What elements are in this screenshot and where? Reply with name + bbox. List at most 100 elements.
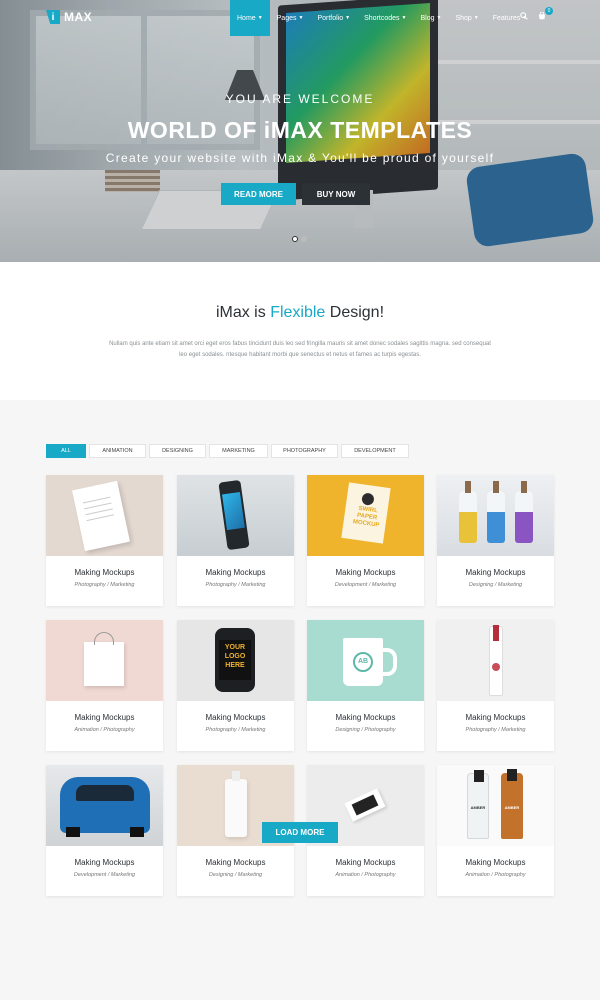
portfolio-category: Photography / Marketing — [205, 727, 266, 733]
menu-label: Portfolio — [317, 14, 344, 22]
portfolio-title: Making Mockups — [74, 858, 135, 867]
portfolio-thumbnail — [46, 475, 163, 556]
portfolio-thumbnail — [46, 765, 163, 846]
read-more-button[interactable]: READ MORE — [221, 183, 296, 205]
menu-item-blog[interactable]: Blog ▼ — [413, 0, 448, 36]
intro-section: iMax is Flexible Design! Nullam quis ant… — [0, 262, 600, 400]
thumbnail-text: AB — [353, 652, 373, 672]
load-more-button[interactable]: LOAD MORE — [262, 822, 338, 843]
intro-title: iMax is Flexible Design! — [0, 304, 600, 322]
portfolio-title: Making Mockups — [205, 568, 266, 577]
filter-development[interactable]: DEVELOPMENT — [341, 444, 409, 458]
portfolio-title: Making Mockups — [205, 858, 266, 867]
portfolio-category: Animation / Photography — [465, 872, 526, 878]
portfolio-title: Making Mockups — [335, 713, 396, 722]
cart-icon[interactable]: 0 — [538, 7, 553, 22]
hero-title: WORLD OF iMAX TEMPLATES — [127, 117, 473, 143]
menu-item-shop[interactable]: Shop ▼ — [448, 0, 485, 36]
nav-icons: 0 — [520, 7, 553, 22]
portfolio-title: Making Mockups — [465, 568, 526, 577]
menu-item-shortcodes[interactable]: Shortcodes ▼ — [357, 0, 413, 36]
chevron-down-icon: ▼ — [473, 15, 479, 21]
portfolio-category: Designing / Marketing — [468, 582, 523, 588]
menu-label: Shortcodes — [364, 14, 400, 22]
portfolio-card[interactable]: SWIRL PAPER MOCKUP Making Mockups Develo… — [307, 475, 424, 606]
portfolio-category: Photography / Marketing — [465, 727, 526, 733]
intro-title-pre: iMax is — [215, 304, 271, 321]
portfolio-card[interactable]: Making Mockups Designing / Marketing — [437, 475, 554, 606]
intro-text: Nullam quis ante etiam sit amet orci ege… — [109, 341, 491, 358]
portfolio-category: Photography / Marketing — [205, 582, 266, 588]
portfolio-title: Making Mockups — [74, 713, 135, 722]
menu-label: Home — [237, 14, 256, 22]
portfolio-thumbnail — [177, 475, 294, 556]
portfolio-section: ALL ANIMATION DESIGNING MARKETING PHOTOG… — [0, 400, 600, 1000]
logo-text: MAX — [64, 10, 93, 24]
portfolio-card[interactable]: AMBER AMBER Making Mockups Animation / P… — [437, 765, 554, 896]
portfolio-category: Designing / Photography — [335, 727, 396, 733]
chevron-down-icon: ▼ — [257, 15, 263, 21]
menu-label: Features — [492, 14, 521, 22]
chevron-down-icon: ▼ — [436, 15, 442, 21]
chevron-down-icon: ▼ — [401, 15, 407, 21]
menu-item-home[interactable]: Home ▼ — [230, 0, 270, 36]
filter-photography[interactable]: PHOTOGRAPHY — [271, 444, 338, 458]
portfolio-category: Photography / Marketing — [74, 582, 135, 588]
chevron-down-icon: ▼ — [345, 15, 351, 21]
portfolio-card[interactable]: Making Mockups Photography / Marketing — [177, 475, 294, 606]
portfolio-title: Making Mockups — [74, 568, 135, 577]
slider-dot-1[interactable] — [292, 236, 298, 242]
portfolio-title: Making Mockups — [465, 713, 526, 722]
menu-item-pages[interactable]: Pages ▼ — [270, 0, 311, 36]
portfolio-title: Making Mockups — [205, 713, 266, 722]
filter-all[interactable]: ALL — [46, 444, 86, 458]
portfolio-thumbnail: SWIRL PAPER MOCKUP — [307, 475, 424, 556]
portfolio-thumbnail — [437, 475, 554, 556]
portfolio-category: Designing / Marketing — [208, 872, 263, 878]
portfolio-thumbnail — [437, 620, 554, 701]
portfolio-thumbnail: AB — [307, 620, 424, 701]
cart-count-badge: 0 — [545, 7, 553, 15]
portfolio-category: Development / Marketing — [73, 872, 136, 878]
main-menu: Home ▼ Pages ▼ Portfolio ▼ Shortcodes ▼ Blog… — [230, 0, 534, 36]
portfolio-category: Animation / Photography — [335, 872, 396, 878]
portfolio-category: Development / Marketing — [334, 582, 397, 588]
slider-dots — [292, 236, 307, 242]
hero-slider: YOU ARE WELCOME WORLD OF iMAX TEMPLATES … — [0, 0, 600, 262]
portfolio-card[interactable]: Making Mockups Animation / Photography — [46, 620, 163, 751]
portfolio-thumbnail — [46, 620, 163, 701]
menu-label: Pages — [276, 14, 297, 22]
buy-now-button[interactable]: BUY NOW — [302, 183, 370, 205]
portfolio-filters: ALL ANIMATION DESIGNING MARKETING PHOTOG… — [46, 444, 409, 458]
filter-designing[interactable]: DESIGNING — [149, 444, 206, 458]
logo[interactable]: i MAX — [46, 10, 92, 24]
portfolio-title: Making Mockups — [335, 568, 396, 577]
portfolio-thumbnail: YOUR LOGO HERE — [177, 620, 294, 701]
thumbnail-text: AMBER — [504, 805, 520, 810]
search-icon[interactable] — [520, 12, 528, 22]
filter-animation[interactable]: ANIMATION — [89, 444, 146, 458]
portfolio-category: Animation / Photography — [74, 727, 135, 733]
thumbnail-text: YOUR LOGO HERE — [219, 640, 251, 680]
logo-icon: i — [46, 10, 60, 24]
portfolio-title: Making Mockups — [335, 858, 396, 867]
menu-label: Shop — [455, 14, 472, 22]
portfolio-title: Making Mockups — [465, 858, 526, 867]
portfolio-card[interactable]: Making Mockups Photography / Marketing — [46, 475, 163, 606]
menu-label: Blog — [420, 14, 435, 22]
menu-item-portfolio[interactable]: Portfolio ▼ — [310, 0, 357, 36]
portfolio-card[interactable]: Making Mockups Photography / Marketing — [437, 620, 554, 751]
thumbnail-text: AMBER — [470, 805, 486, 810]
slider-dot-2[interactable] — [301, 236, 307, 242]
chevron-down-icon: ▼ — [298, 15, 304, 21]
portfolio-thumbnail: AMBER AMBER — [437, 765, 554, 846]
hero-description: Create your website with iMax & You'll b… — [105, 151, 495, 165]
top-navigation: i MAX Home ▼ Pages ▼ Portfolio ▼ Shortcodes… — [0, 0, 600, 36]
portfolio-card[interactable]: YOUR LOGO HERE Making Mockups Photograph… — [177, 620, 294, 751]
hero-subtitle: YOU ARE WELCOME — [225, 92, 375, 106]
filter-marketing[interactable]: MARKETING — [209, 444, 268, 458]
portfolio-card[interactable]: Making Mockups Development / Marketing — [46, 765, 163, 896]
intro-title-highlight: Flexible — [270, 304, 326, 321]
portfolio-card[interactable]: AB Making Mockups Designing / Photograph… — [307, 620, 424, 751]
intro-title-post: Design! — [325, 304, 385, 321]
